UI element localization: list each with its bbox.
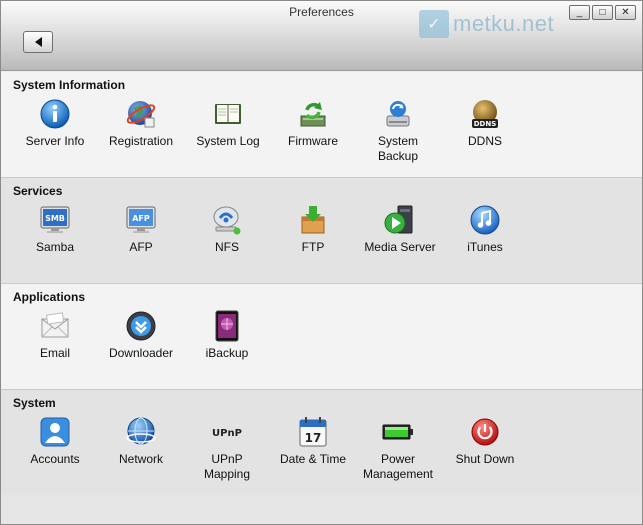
smb-icon-text: SMB [45, 214, 65, 223]
maximize-button[interactable]: □ [592, 5, 613, 20]
media-server-item[interactable]: Media Server [356, 204, 444, 255]
nfs-item[interactable]: NFS [183, 204, 271, 255]
item-label: Accounts [30, 452, 80, 466]
afp-item[interactable]: AFP AFP [97, 204, 185, 255]
calendar-icon: 17 [297, 416, 329, 448]
power-off-icon [469, 416, 501, 448]
firmware-item[interactable]: Firmware [269, 98, 357, 149]
item-label: Samba [35, 240, 75, 254]
upnp-icon-text: UPnP [212, 428, 242, 439]
item-label: Firmware [288, 134, 338, 148]
item-label: Shut Down [455, 452, 515, 466]
section-services: Services SMB Samba AFP AFP NFS FTP Media… [1, 178, 642, 284]
smb-monitor-icon: SMB [39, 204, 71, 236]
nfs-icon [211, 204, 243, 236]
registration-globe-icon [125, 98, 157, 130]
accounts-user-icon [39, 416, 71, 448]
item-label: FTP [301, 240, 325, 254]
item-label: DDNS [467, 134, 502, 148]
downloader-icon [125, 310, 157, 342]
back-button[interactable] [23, 31, 53, 53]
system-backup-item[interactable]: System Backup [354, 98, 442, 164]
ibackup-tablet-icon [211, 310, 243, 342]
samba-item[interactable]: SMB Samba [11, 204, 99, 255]
date-time-item[interactable]: 17 Date & Time [269, 416, 357, 467]
item-label: NFS [215, 240, 239, 254]
item-label: System Backup [377, 134, 419, 163]
itunes-item[interactable]: iTunes [441, 204, 529, 255]
ibackup-item[interactable]: iBackup [183, 310, 271, 361]
section-system-information: System Information Server Info Registrat… [1, 72, 642, 178]
preferences-window: Preferences ✓ metku.net _ □ ✕ System Inf… [0, 0, 643, 525]
battery-icon [382, 416, 414, 448]
registration-item[interactable]: Registration [97, 98, 185, 149]
upnp-mapping-item[interactable]: UPnP UPnP Mapping [183, 416, 271, 482]
system-log-item[interactable]: System Log [184, 98, 272, 149]
section-title: System Information [13, 78, 126, 92]
minimize-button[interactable]: _ [569, 5, 590, 20]
watermark-logo-icon: ✓ [419, 10, 449, 38]
section-title: Services [13, 184, 63, 198]
back-arrow-icon [34, 37, 42, 47]
email-envelope-icon [39, 310, 71, 342]
power-management-item[interactable]: Power Management [354, 416, 442, 482]
item-label: Media Server [364, 240, 436, 254]
item-label: UPnP Mapping [203, 452, 251, 481]
system-backup-icon [382, 98, 414, 130]
section-system: System Accounts Network UPnP UPnP Mappin… [1, 390, 642, 496]
section-title: Applications [13, 290, 86, 304]
close-button[interactable]: ✕ [615, 5, 636, 20]
log-book-icon [212, 98, 244, 130]
afp-monitor-icon: AFP [125, 204, 157, 236]
item-label: System Log [196, 134, 260, 148]
watermark-text: metku.net [453, 11, 555, 36]
network-item[interactable]: Network [97, 416, 185, 467]
title-bar: Preferences ✓ metku.net _ □ ✕ [1, 1, 642, 71]
item-label: iBackup [205, 346, 249, 360]
ddns-icon: DDNS [469, 98, 501, 130]
ddns-icon-text: DDNS [474, 120, 497, 128]
ddns-item[interactable]: DDNS DDNS [441, 98, 529, 149]
itunes-icon [469, 204, 501, 236]
section-applications: Applications Email Downloader iBackup [1, 284, 642, 390]
section-title: System [13, 396, 56, 410]
item-label: Date & Time [279, 452, 347, 466]
calendar-day-text: 17 [305, 431, 322, 445]
ftp-item[interactable]: FTP [269, 204, 357, 255]
item-label: Downloader [108, 346, 174, 360]
upnp-icon: UPnP [211, 416, 243, 448]
shut-down-item[interactable]: Shut Down [441, 416, 529, 467]
firmware-update-icon [297, 98, 329, 130]
accounts-item[interactable]: Accounts [11, 416, 99, 467]
afp-icon-text: AFP [132, 214, 150, 223]
item-label: Email [39, 346, 70, 360]
item-label: Network [118, 452, 163, 466]
item-label: iTunes [467, 240, 503, 254]
watermark: ✓ metku.net [419, 9, 554, 39]
info-icon [39, 98, 71, 130]
email-item[interactable]: Email [11, 310, 99, 361]
window-controls: _ □ ✕ [569, 5, 636, 20]
item-label: Registration [108, 134, 174, 148]
downloader-item[interactable]: Downloader [97, 310, 185, 361]
item-label: AFP [129, 240, 153, 254]
item-label: Server Info [25, 134, 85, 148]
footer-area [1, 495, 642, 524]
item-label: Power Management [362, 452, 434, 481]
server-info-item[interactable]: Server Info [11, 98, 99, 149]
ftp-box-icon [297, 204, 329, 236]
media-server-icon [384, 204, 416, 236]
network-globe-icon [125, 416, 157, 448]
